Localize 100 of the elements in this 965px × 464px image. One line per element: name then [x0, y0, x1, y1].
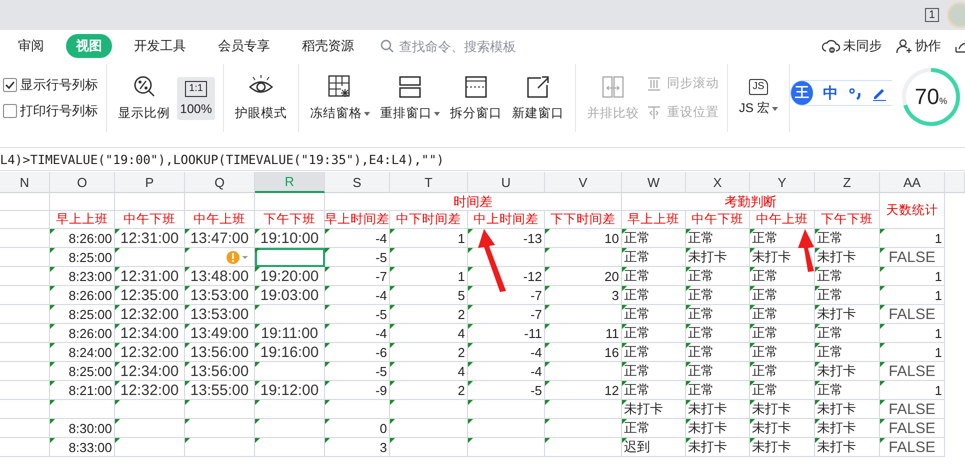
column-header[interactable]: Z	[815, 172, 880, 193]
column-header[interactable]: P	[115, 172, 185, 193]
input-method-logo[interactable]: 王	[791, 81, 814, 105]
table-cell: 未打卡	[815, 419, 880, 438]
table-cell: 8:21:00	[50, 381, 115, 400]
ribbon-button[interactable]: 新建窗口	[508, 70, 567, 126]
warning-icon[interactable]	[226, 250, 250, 265]
column-header[interactable]: U	[468, 172, 545, 193]
column-title: 天数统计	[880, 193, 945, 229]
table-cell: 未打卡	[815, 438, 880, 457]
table-cell: 未打卡	[750, 400, 815, 419]
column-title: 下午下班	[815, 211, 880, 229]
table-cell: -6	[325, 343, 390, 362]
table-cell: -4	[468, 362, 545, 381]
checkbox[interactable]: 显示行号列标	[3, 76, 98, 94]
group-header: 时间差	[325, 193, 622, 211]
column-header[interactable]: Y	[750, 172, 815, 193]
table-cell: 正常	[815, 229, 880, 248]
table-cell: -5	[325, 305, 390, 324]
window-count[interactable]: 1	[924, 8, 939, 22]
table-cell: 16	[545, 343, 622, 362]
table-cell: 正常	[622, 229, 686, 248]
table-cell: 8:25:00	[50, 248, 115, 267]
empty-cell	[50, 193, 115, 211]
script-icon: JS	[748, 79, 768, 95]
table-cell	[325, 400, 390, 419]
column-header[interactable]: O	[50, 172, 115, 193]
table-cell: 正常	[750, 381, 815, 400]
table-cell: 正常	[750, 324, 815, 343]
table-cell: 正常	[622, 419, 686, 438]
table-cell: 正常	[622, 248, 686, 267]
memory-meter[interactable]: 70%	[900, 66, 962, 128]
column-header[interactable]: V	[545, 172, 622, 193]
table-cell: -4	[325, 286, 390, 305]
table-cell: 正常	[686, 286, 750, 305]
ribbon-button[interactable]: 显示比例	[115, 70, 173, 126]
table-cell: 19:12:00	[255, 381, 325, 400]
column-title: 下下时间差	[545, 211, 622, 229]
table-cell: 12	[545, 381, 622, 400]
table-cell: 3	[545, 286, 622, 305]
toolbar-button[interactable]: 未同步	[822, 37, 882, 55]
ribbon-tab[interactable]: 审阅	[8, 34, 54, 58]
group-header: 考勤判断	[622, 193, 880, 211]
checkbox[interactable]: 打印行号列标	[3, 102, 98, 120]
search-field[interactable]: 查找命令、搜索模板	[397, 38, 531, 54]
empty-cell	[0, 193, 50, 211]
column-title: 下午下班	[255, 211, 325, 229]
table-cell: 1	[880, 343, 945, 362]
table-cell: 未打卡	[815, 400, 880, 419]
table-cell: 12:34:00	[115, 362, 185, 381]
share-icon[interactable]	[955, 39, 965, 53]
column-header[interactable]: X	[686, 172, 750, 193]
table-cell: 1	[880, 267, 945, 286]
table-cell: 12:34:00	[115, 324, 185, 343]
ribbon-button[interactable]: 护眼模式	[232, 70, 290, 126]
column-header[interactable]: W	[622, 172, 686, 193]
active-cell[interactable]	[255, 248, 325, 267]
column-header[interactable]: N	[0, 172, 50, 193]
column-header[interactable]: AA	[880, 172, 945, 193]
table-cell: 1	[880, 286, 945, 305]
ribbon-button[interactable]: 冻结窗格	[306, 70, 373, 126]
formula-bar[interactable]: L4)>TIMEVALUE("19:00"),LOOKUP(TIMEVALUE("19:35"),E4:L4),"")	[0, 147, 965, 171]
table-cell: 正常	[686, 229, 750, 248]
ribbon-tab[interactable]: 稻壳资源	[292, 34, 364, 58]
toolbar-button[interactable]: 协作	[896, 37, 941, 55]
table-cell	[115, 438, 185, 457]
table-cell: 2	[390, 381, 468, 400]
ribbon-tab[interactable]: 开发工具	[124, 34, 196, 58]
cloud-icon	[822, 38, 840, 54]
ribbon-button[interactable]: 1:1 100%	[177, 76, 215, 120]
table-cell	[0, 229, 50, 248]
punctuation-icon[interactable]	[848, 86, 862, 100]
table-cell: 正常	[815, 343, 880, 362]
ribbon-tab[interactable]: 会员专享	[208, 34, 280, 58]
table-cell: 4	[390, 362, 468, 381]
column-title: 早上时间差	[325, 211, 390, 229]
column-header[interactable]: S	[325, 172, 390, 193]
meter-reading: 70%	[914, 84, 948, 110]
input-mode-button[interactable]: 中	[823, 84, 838, 102]
ribbon-button[interactable]: JS JS 宏	[736, 75, 782, 121]
table-cell: 19:11:00	[255, 324, 325, 343]
table-cell	[0, 324, 50, 343]
column-header[interactable]: Q	[185, 172, 255, 193]
table-cell: 19:20:00	[255, 267, 325, 286]
table-cell: 8:25:00	[50, 362, 115, 381]
table-cell: 19:03:00	[255, 286, 325, 305]
table-cell: 正常	[622, 305, 686, 324]
column-title: 早上上班	[622, 211, 686, 229]
table-cell: 12:35:00	[115, 286, 185, 305]
search-icon	[380, 39, 394, 53]
ribbon-button[interactable]: 拆分窗口	[446, 70, 505, 126]
table-cell: 未打卡	[686, 400, 750, 419]
table-cell: 0	[325, 419, 390, 438]
empty-cell	[0, 211, 50, 229]
table-cell: 正常	[622, 343, 686, 362]
table-cell: FALSE	[880, 438, 945, 457]
ribbon-button[interactable]: 重排窗口	[376, 70, 443, 126]
column-header[interactable]: T	[390, 172, 468, 193]
table-cell: 8:26:00	[50, 286, 115, 305]
empty-cell	[185, 193, 255, 211]
